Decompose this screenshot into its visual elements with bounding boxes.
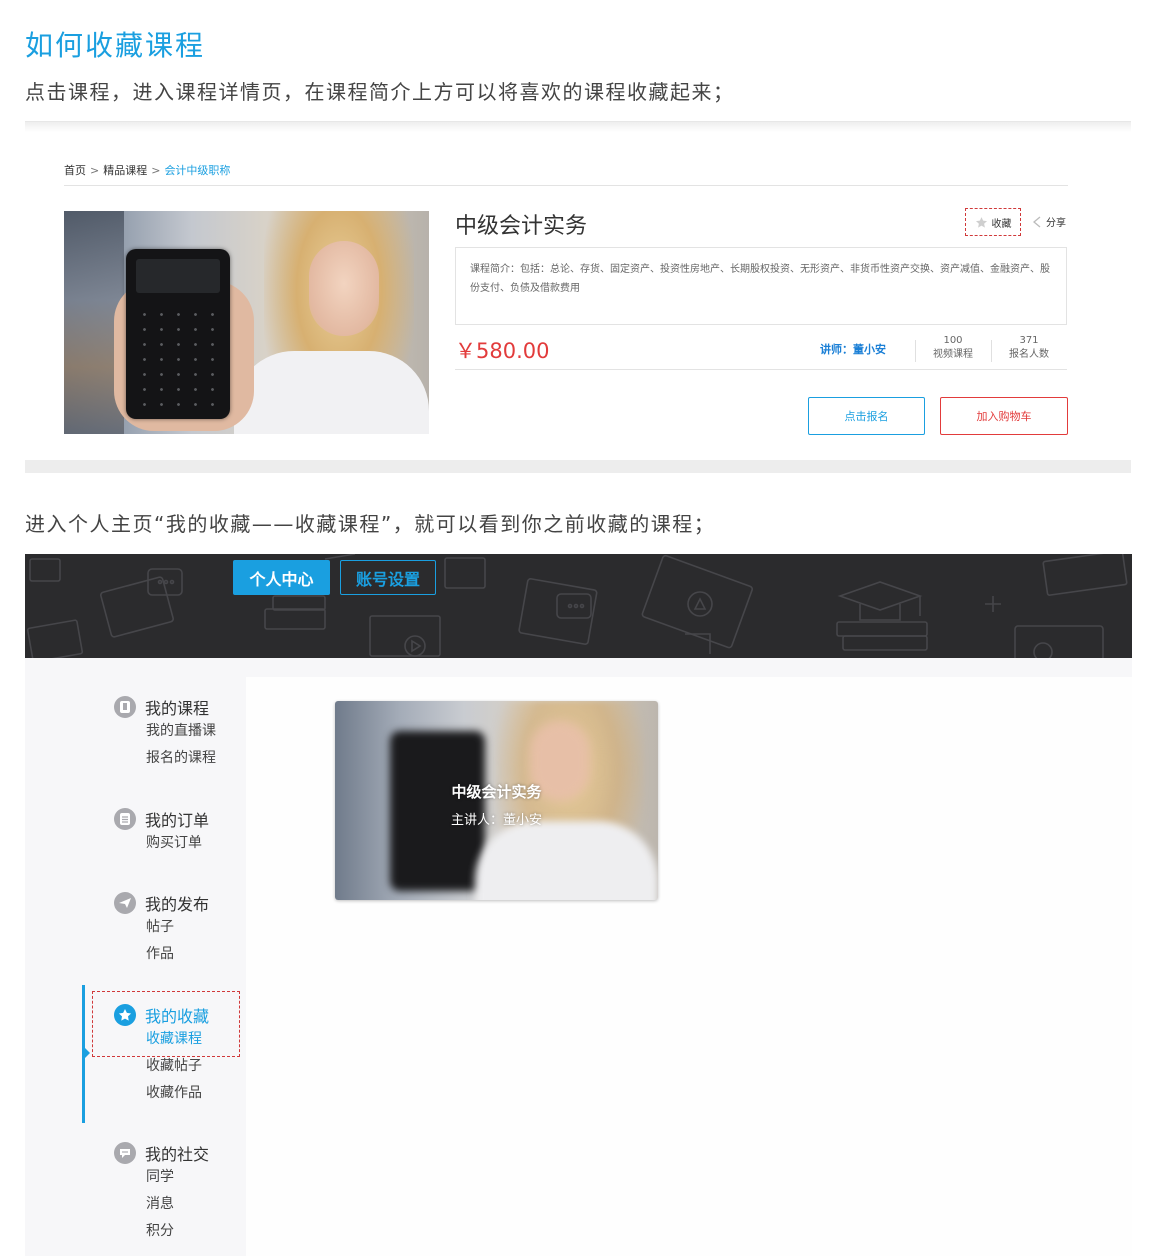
breadcrumb-separator: > [90,164,100,177]
menu-title: 我的订单 [145,811,210,830]
stat-enrolled: 371 报名人数 [1000,334,1058,362]
stat-value: 371 [1019,335,1039,346]
share-label: 分享 [1046,218,1066,229]
calculator-screen [136,259,220,293]
calculator-shape [126,249,230,419]
stat-divider [915,340,916,362]
banner-pattern-icon [26,554,1128,658]
menu-sub-favorite-works[interactable]: 收藏作品 [146,1080,209,1107]
menu-title: 我的课程 [145,699,210,718]
breadcrumb-divider [64,185,1068,186]
card-course-teacher: 主讲人：董小安 [450,813,542,828]
course-teacher[interactable]: 讲师：董小安 [820,341,886,357]
course-intro: 课程简介：包括：总论、存货、固定资产、投资性房地产、长期股权投资、无形资产、非货… [455,247,1067,325]
menu-title: 我的社交 [145,1145,210,1164]
menu-group-courses: 我的课程 我的直播课 报名的课程 [114,696,216,772]
favorite-button[interactable]: 收藏 [965,208,1021,236]
favorite-course-card[interactable]: 中级会计实务 主讲人：董小安 [335,701,658,900]
shirt-shape [234,351,429,434]
menu-sub-purchase-orders[interactable]: 购买订单 [146,830,209,857]
calculator-keys [136,307,220,407]
stat-value: 100 [943,335,963,346]
share-button[interactable]: 分享 [1031,214,1066,229]
course-cover-image [64,211,429,434]
stat-label: 视频课程 [933,349,973,360]
breadcrumb-premium-courses[interactable]: 精品课程 [103,164,147,177]
chat-bubble-icon [114,1142,136,1164]
breadcrumb-home[interactable]: 首页 [64,164,86,177]
menu-item-my-orders[interactable]: 我的订单 [114,808,209,830]
menu-item-my-posts[interactable]: 我的发布 [114,892,209,914]
favorite-label: 收藏 [991,218,1012,230]
course-title: 中级会计实务 [455,214,588,239]
screenshot-bottom-border [25,460,1131,473]
share-icon [1032,216,1041,227]
paper-plane-icon [114,892,136,914]
menu-sub-points[interactable]: 积分 [146,1218,209,1245]
tab-account-settings[interactable]: 账号设置 [340,560,436,595]
menu-sub-works[interactable]: 作品 [146,941,209,968]
course-price: ￥580.00 [455,339,550,363]
stat-label: 报名人数 [1009,349,1049,360]
menu-group-posts: 我的发布 帖子 作品 [114,892,209,968]
star-icon [975,216,987,228]
face-shape [309,241,379,336]
breadcrumb: 首页 > 精品课程 > 会计中级职称 [64,162,230,178]
menu-group-orders: 我的订单 购买订单 [114,808,209,857]
price-divider [455,369,1067,370]
menu-group-social: 我的社交 同学 消息 积分 [114,1142,209,1245]
menu-sub-posts[interactable]: 帖子 [146,914,209,941]
card-course-title: 中级会计实务 [451,783,542,801]
add-to-cart-button[interactable]: 加入购物车 [940,397,1068,435]
profile-banner [25,554,1132,658]
favorites-highlight-box [92,991,240,1057]
menu-title: 我的发布 [145,895,210,914]
order-list-icon [114,808,136,830]
stat-video-courses: 100 视频课程 [924,334,982,362]
card-bg-shirt [475,821,658,900]
menu-sub-live-courses[interactable]: 我的直播课 [146,718,216,745]
book-icon [114,696,136,718]
menu-sub-favorite-posts[interactable]: 收藏帖子 [146,1053,209,1080]
menu-item-my-social[interactable]: 我的社交 [114,1142,209,1164]
enroll-button[interactable]: 点击报名 [808,397,925,435]
breadcrumb-current: 会计中级职称 [164,164,231,177]
menu-sub-enrolled-courses[interactable]: 报名的课程 [146,745,216,772]
menu-sub-classmates[interactable]: 同学 [146,1164,209,1191]
section1-title: 如何收藏课程 [25,29,206,62]
tab-personal-center[interactable]: 个人中心 [233,560,330,595]
active-menu-arrow-icon [85,1048,90,1058]
section2-description: 进入个人主页“我的收藏——收藏课程”，就可以看到你之前收藏的课程； [25,512,716,536]
section1-description: 点击课程，进入课程详情页，在课程简介上方可以将喜欢的课程收藏起来； [25,80,735,104]
breadcrumb-separator: > [151,164,161,177]
stat-divider [991,340,992,362]
menu-item-my-courses[interactable]: 我的课程 [114,696,216,718]
menu-sub-messages[interactable]: 消息 [146,1191,209,1218]
